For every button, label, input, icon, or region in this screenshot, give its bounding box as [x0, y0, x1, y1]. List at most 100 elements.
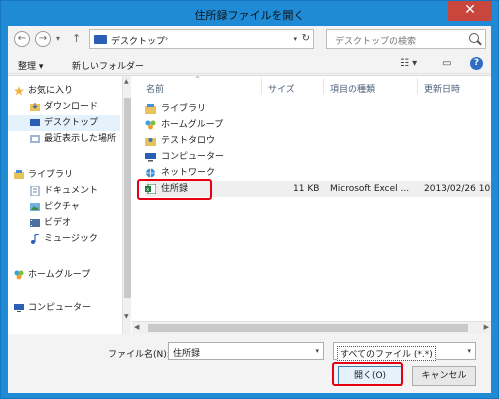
column-header-modified[interactable]: 更新日時 — [424, 82, 460, 95]
column-divider[interactable] — [261, 78, 262, 94]
sidebar-item-documents[interactable]: ドキュメント — [8, 183, 120, 199]
documents-icon — [30, 186, 40, 196]
forward-button[interactable]: → — [35, 31, 51, 47]
sidebar-item-label: ダウンロード — [44, 102, 99, 112]
sidebar-item-label: ビデオ — [44, 218, 72, 228]
file-name: コンピューター — [161, 152, 225, 162]
open-file-dialog: 住所録ファイルを開く ✕ ← → ▾ ↑ デスクトップ › ▾ ↻ デスクトップ… — [0, 0, 499, 399]
recent-places-icon — [30, 135, 40, 143]
scrollbar-thumb[interactable] — [148, 324, 468, 332]
search-placeholder: デスクトップの検索 — [335, 37, 417, 47]
sidebar-item-label: ライブラリ — [28, 170, 74, 180]
file-list: ^ 名前 サイズ 項目の種類 更新日時 ライブラリ ホームグループ テストタロウ… — [132, 76, 491, 334]
organize-button[interactable]: 整理 ▾ — [18, 59, 43, 72]
sidebar-item-label: コンピューター — [28, 303, 92, 313]
sidebar-item-videos[interactable]: ビデオ — [8, 215, 120, 231]
sidebar-item-music[interactable]: ミュージック — [8, 231, 120, 247]
desktop-folder-icon — [94, 35, 107, 44]
close-button[interactable]: ✕ — [448, 1, 492, 21]
filename-label: ファイル名(N): — [108, 350, 170, 360]
homegroup-icon — [145, 120, 156, 130]
network-icon — [146, 168, 155, 178]
sidebar-item-label: ドキュメント — [44, 186, 99, 196]
window-title: 住所録ファイルを開く — [194, 9, 305, 22]
user-folder-icon — [145, 138, 156, 146]
sidebar-item-label: ピクチャ — [44, 202, 80, 212]
list-item[interactable]: テストタロウ — [145, 133, 491, 149]
file-modified: 2013/02/26 10:04 — [424, 184, 491, 194]
sidebar-item-downloads[interactable]: ダウンロード — [8, 99, 120, 115]
file-name: テストタロウ — [161, 136, 216, 146]
help-icon[interactable]: ? — [470, 57, 483, 70]
address-dropdown-icon[interactable]: ▾ — [293, 35, 297, 43]
new-folder-button[interactable]: 新しいフォルダー — [72, 59, 144, 72]
library-icon — [14, 170, 24, 179]
navigation-scrollbar[interactable]: ▲ ▼ — [122, 76, 131, 334]
filename-value: 住所録 — [173, 349, 201, 359]
column-divider[interactable] — [417, 78, 418, 94]
file-size: 11 KB — [293, 184, 320, 194]
music-icon — [31, 234, 40, 244]
search-icon[interactable] — [469, 33, 479, 43]
pictures-icon — [30, 203, 40, 211]
download-folder-icon — [30, 103, 40, 111]
view-options-icon[interactable]: ☷ ▾ — [400, 58, 417, 69]
filename-dropdown-icon[interactable]: ▾ — [315, 347, 319, 355]
scroll-right-icon[interactable]: ▶ — [484, 323, 489, 331]
file-type: Microsoft Excel ... — [330, 184, 410, 194]
highlight-open-button-box — [332, 362, 403, 386]
back-button[interactable]: ← — [14, 31, 30, 47]
computer-icon — [145, 153, 156, 162]
sidebar-item-label: 最近表示した場所 — [44, 134, 117, 144]
desktop-folder-icon — [30, 119, 40, 126]
sidebar-item-pictures[interactable]: ピクチャ — [8, 199, 120, 215]
column-header-size[interactable]: サイズ — [268, 82, 295, 95]
scroll-left-icon[interactable]: ◀ — [134, 323, 139, 331]
scroll-down-icon[interactable]: ▼ — [124, 313, 129, 320]
scroll-up-icon[interactable]: ▲ — [124, 78, 129, 85]
list-item[interactable]: ライブラリ — [145, 101, 491, 117]
refresh-icon[interactable]: ↻ — [302, 33, 310, 44]
column-divider[interactable] — [323, 78, 324, 94]
sidebar-item-label: お気に入り — [28, 86, 74, 96]
filetype-dropdown-icon[interactable]: ▾ — [467, 347, 471, 355]
column-header-type[interactable]: 項目の種類 — [330, 82, 375, 95]
list-item[interactable]: コンピューター — [145, 149, 491, 165]
sidebar-item-homegroup[interactable]: ホームグループ — [8, 267, 120, 283]
sidebar-item-computer[interactable]: コンピューター — [8, 300, 120, 316]
sidebar-item-libraries[interactable]: ライブラリ — [8, 167, 120, 183]
filetype-select[interactable]: すべてのファイル (*.*) ▾ — [333, 342, 476, 361]
title-bar[interactable]: 住所録ファイルを開く ✕ — [1, 1, 498, 26]
dialog-client: ← → ▾ ↑ デスクトップ › ▾ ↻ デスクトップの検索 整理 ▾ 新しいフ… — [8, 26, 491, 393]
column-header-name[interactable]: 名前 — [146, 82, 164, 95]
list-item[interactable]: ホームグループ — [145, 117, 491, 133]
cancel-button[interactable]: キャンセル — [412, 366, 476, 386]
command-toolbar: 整理 ▾ 新しいフォルダー ☷ ▾ ▭ ? — [8, 54, 491, 74]
sidebar-item-label: ホームグループ — [28, 270, 91, 280]
sidebar-item-recent-places[interactable]: 最近表示した場所 — [8, 131, 120, 147]
recent-locations-button[interactable]: ▾ — [56, 34, 60, 43]
address-bar[interactable]: デスクトップ › ▾ ↻ — [89, 29, 314, 49]
sidebar-item-label: デスクトップ — [44, 118, 99, 128]
scrollbar-thumb[interactable] — [124, 98, 131, 298]
content-panes: お気に入り ダウンロード デスクトップ 最近表示した場所 ライブラリ ドキュメン… — [8, 75, 491, 334]
homegroup-icon — [14, 270, 24, 280]
star-icon — [14, 86, 24, 96]
sidebar-item-desktop[interactable]: デスクトップ — [8, 115, 120, 131]
sidebar-item-favorites[interactable]: お気に入り — [8, 83, 120, 99]
navigation-pane: お気に入り ダウンロード デスクトップ 最近表示した場所 ライブラリ ドキュメン… — [8, 76, 122, 334]
filetype-value: すべてのファイル (*.*) — [337, 346, 436, 361]
sidebar-item-label: ミュージック — [44, 234, 98, 244]
library-icon — [145, 104, 156, 114]
filename-input[interactable]: 住所録 ▾ — [168, 342, 324, 360]
file-name: ライブラリ — [161, 104, 207, 114]
breadcrumb-desktop[interactable]: デスクトップ — [111, 34, 165, 47]
highlight-file-box — [137, 179, 212, 200]
file-name: ホームグループ — [161, 120, 224, 130]
up-button[interactable]: ↑ — [72, 32, 81, 45]
file-list-horizontal-scrollbar[interactable]: ◀ ▶ — [132, 321, 491, 334]
breadcrumb-arrow-icon[interactable]: › — [165, 34, 168, 43]
search-box[interactable]: デスクトップの検索 — [326, 29, 486, 49]
preview-pane-icon[interactable]: ▭ — [442, 58, 451, 69]
sort-ascending-icon: ^ — [195, 76, 201, 83]
